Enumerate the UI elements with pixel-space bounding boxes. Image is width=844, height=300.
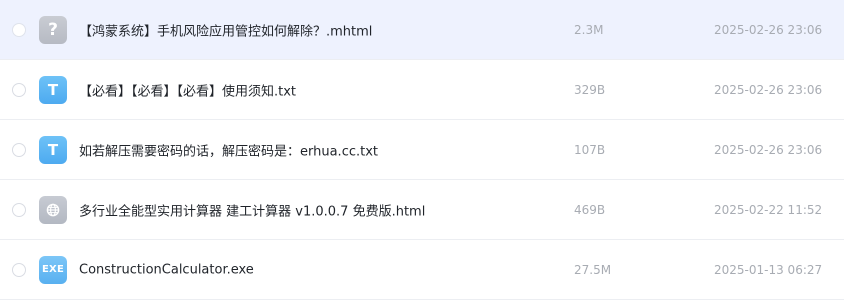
file-date: 2025-02-26 23:06 [714,22,823,37]
exe-file-icon: EXE [39,255,67,284]
row-checkbox[interactable] [12,22,26,37]
file-row[interactable]: T 【必看】【必看】【必看】使用须知.txt 329B 2025-02-26 2… [0,60,844,120]
file-date: 2025-01-13 06:27 [714,262,823,277]
file-size: 469B [574,202,606,217]
row-checkbox[interactable] [12,142,26,157]
file-date: 2025-02-26 23:06 [714,82,823,97]
file-size: 107B [574,142,606,157]
row-checkbox[interactable] [12,82,26,97]
file-row[interactable]: T 如若解压需要密码的话，解压密码是：erhua.cc.txt 107B 202… [0,120,844,180]
file-row[interactable]: EXE ConstructionCalculator.exe 27.5M 202… [0,240,844,300]
row-checkbox[interactable] [12,262,26,277]
file-size: 27.5M [574,262,612,277]
file-row[interactable]: ? 【鸿蒙系统】手机风险应用管控如何解除？.mhtml 2.3M 2025-02… [0,0,844,60]
file-date: 2025-02-22 11:52 [714,202,823,217]
file-list: ? 【鸿蒙系统】手机风险应用管控如何解除？.mhtml 2.3M 2025-02… [0,0,844,300]
globe-glyph [46,203,60,216]
question-icon: ? [39,15,67,44]
file-name[interactable]: 多行业全能型实用计算器 建工计算器 v1.0.0.7 免费版.html [79,200,425,219]
row-checkbox[interactable] [12,202,26,217]
txt-file-icon: T [39,135,67,164]
txt-file-icon: T [39,75,67,104]
file-size: 2.3M [574,22,604,37]
file-row[interactable]: 多行业全能型实用计算器 建工计算器 v1.0.0.7 免费版.html 469B… [0,180,844,240]
file-date: 2025-02-26 23:06 [714,142,823,157]
file-name[interactable]: ConstructionCalculator.exe [79,262,254,277]
file-name[interactable]: 如若解压需要密码的话，解压密码是：erhua.cc.txt [79,140,378,159]
file-size: 329B [574,82,606,97]
globe-icon [39,195,67,224]
file-name[interactable]: 【鸿蒙系统】手机风险应用管控如何解除？.mhtml [79,20,372,39]
file-name[interactable]: 【必看】【必看】【必看】使用须知.txt [79,80,296,99]
